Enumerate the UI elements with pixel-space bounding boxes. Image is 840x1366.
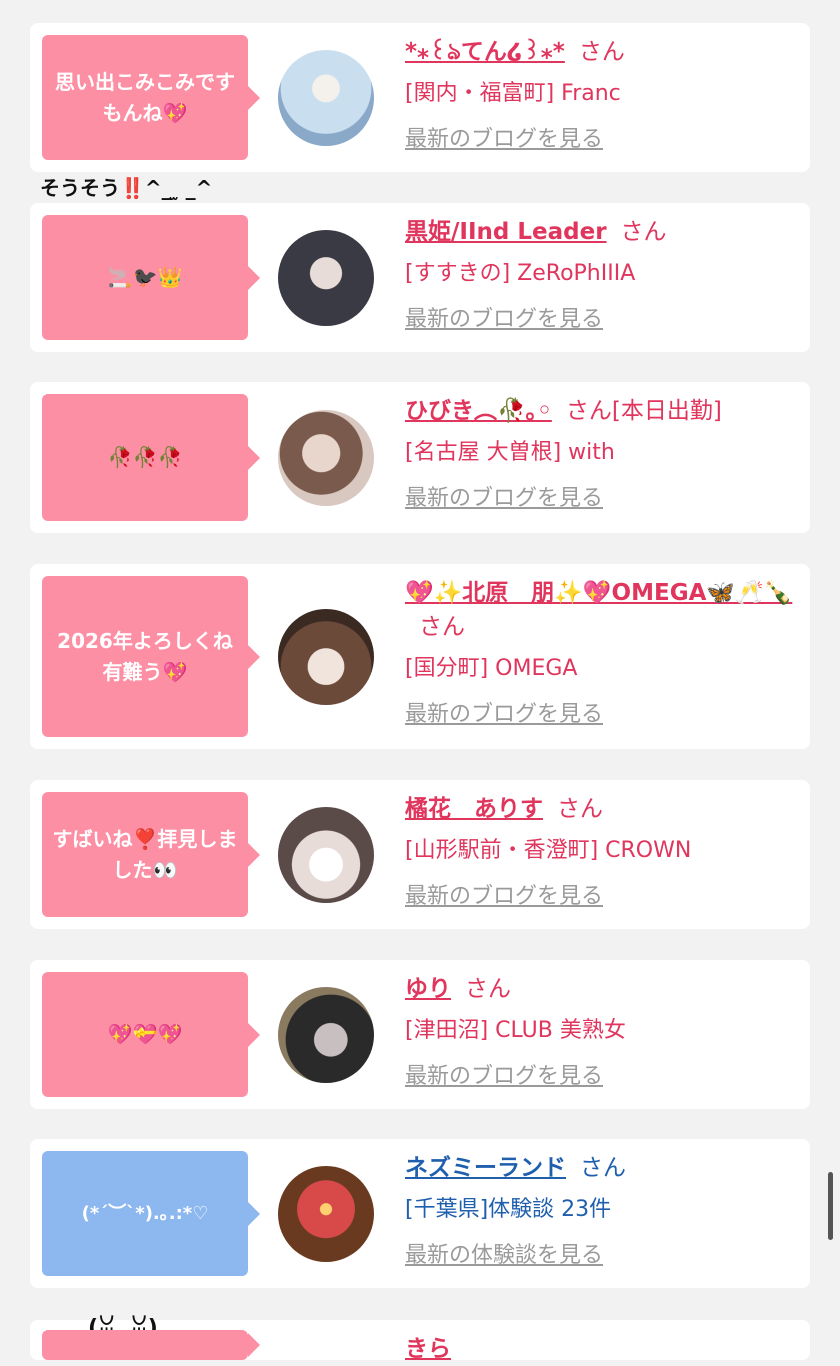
shop-label: [すすきの] ZeRoPhIIIA — [405, 261, 636, 286]
user-name-link[interactable]: 黒姫/IInd Leader — [405, 219, 607, 245]
user-name-link[interactable]: *⁎꒰ঌてん໒꒱⁎* — [405, 39, 565, 65]
user-name-link[interactable]: ひびき︵🥀｡◦ — [405, 398, 552, 424]
comment-bubble: すばいね❣️拝見しました👀 — [42, 792, 260, 917]
remark-text: そうそう‼️^_ ̫ _^ — [40, 172, 212, 201]
review-card: (*´︶`*).｡.:*♡ ネズミーランド さん [千葉県]体験談 23件 最新の… — [30, 1139, 810, 1288]
blog-card-partial: (ꈍ ̫ ꈍ) きら — [30, 1316, 810, 1362]
latest-blog-link[interactable]: 最新のブログを見る — [405, 121, 800, 153]
honorific: さん[本日出勤] — [565, 398, 722, 424]
latest-blog-link[interactable]: 最新のブログを見る — [405, 480, 800, 512]
comment-text: 思い出こみこみですもんね💖 — [55, 69, 235, 125]
comment-text: 🥀🥀🥀 — [107, 445, 183, 469]
honorific: さん — [578, 39, 625, 65]
user-name-link[interactable]: 💖✨北原 朋✨💖OMEGA🦋🥂🍾 — [405, 580, 792, 606]
comment-bubble — [42, 1330, 260, 1360]
comment-bubble: 🥀🥀🥀 — [42, 394, 260, 521]
user-name-link[interactable]: 橘花 ありす — [405, 796, 543, 822]
shop-label: [名古屋 大曽根] with — [405, 440, 615, 465]
comment-text: 💖💝💖 — [107, 1022, 183, 1046]
comment-bubble: 思い出こみこみですもんね💖 — [42, 35, 260, 160]
shop-label: [山形駅前・香澄町] CROWN — [405, 838, 692, 863]
comment-text: 🚬🐦‍⬛👑 — [107, 265, 183, 289]
remark-face: ^_ ̫ _^ — [144, 176, 213, 200]
avatar[interactable] — [278, 410, 374, 506]
honorific: さん — [557, 796, 603, 822]
shop-label: [国分町] OMEGA — [405, 656, 578, 681]
blog-card: 💖💝💖 ゆり さん [津田沼] CLUB 美熟女 最新のブログを見る — [30, 960, 810, 1109]
blog-card: すばいね❣️拝見しました👀 橘花 ありす さん [山形駅前・香澄町] CROWN … — [30, 780, 810, 929]
user-name-link[interactable]: ゆり — [405, 976, 451, 1002]
comment-text: すばいね❣️拝見しました👀 — [52, 826, 238, 882]
comment-text: 2026年よろしくね有難う💖 — [57, 628, 233, 684]
latest-blog-link[interactable]: 最新のブログを見る — [405, 1058, 800, 1090]
comment-bubble: 💖💝💖 — [42, 972, 260, 1097]
user-name-link[interactable]: ネズミーランド — [405, 1155, 566, 1181]
shop-label: [関内・福富町] Franc — [405, 81, 621, 106]
remark-bang: ‼️ — [120, 176, 145, 200]
shop-label: [津田沼] CLUB 美熟女 — [405, 1018, 626, 1043]
avatar[interactable] — [278, 50, 374, 146]
avatar[interactable] — [278, 987, 374, 1083]
honorific: さん — [580, 1155, 626, 1181]
blog-card: 🥀🥀🥀 ひびき︵🥀｡◦ さん[本日出勤] [名古屋 大曽根] with 最新のブロ… — [30, 382, 810, 533]
blog-card: 🚬🐦‍⬛👑 黒姫/IInd Leader さん [すすきの] ZeRoPhIIIA… — [30, 203, 810, 352]
blog-card: 思い出こみこみですもんね💖 *⁎꒰ঌてん໒꒱⁎* さん [関内・福富町] Fran… — [30, 23, 810, 172]
honorific: さん — [419, 614, 465, 640]
comment-bubble: 🚬🐦‍⬛👑 — [42, 215, 260, 340]
latest-blog-link[interactable]: 最新のブログを見る — [405, 301, 800, 333]
scrollbar[interactable] — [828, 1172, 833, 1240]
honorific: さん — [465, 976, 511, 1002]
comment-text: (*´︶`*).｡.:*♡ — [81, 1203, 209, 1224]
avatar[interactable] — [278, 807, 374, 903]
latest-blog-link[interactable]: 最新のブログを見る — [405, 696, 800, 728]
honorific: さん — [620, 219, 667, 245]
avatar[interactable] — [278, 609, 374, 705]
latest-review-link[interactable]: 最新の体験談を見る — [405, 1237, 800, 1269]
comment-bubble: (*´︶`*).｡.:*♡ — [42, 1151, 260, 1276]
avatar[interactable] — [278, 1166, 374, 1262]
remark-main: そうそう — [40, 176, 120, 200]
review-count-label: [千葉県]体験談 23件 — [405, 1197, 612, 1222]
avatar[interactable] — [278, 230, 374, 326]
comment-bubble: 2026年よろしくね有難う💖 — [42, 576, 260, 737]
blog-card: 2026年よろしくね有難う💖 💖✨北原 朋✨💖OMEGA🦋🥂🍾 さん [国分町] … — [30, 564, 810, 749]
latest-blog-link[interactable]: 最新のブログを見る — [405, 878, 800, 910]
